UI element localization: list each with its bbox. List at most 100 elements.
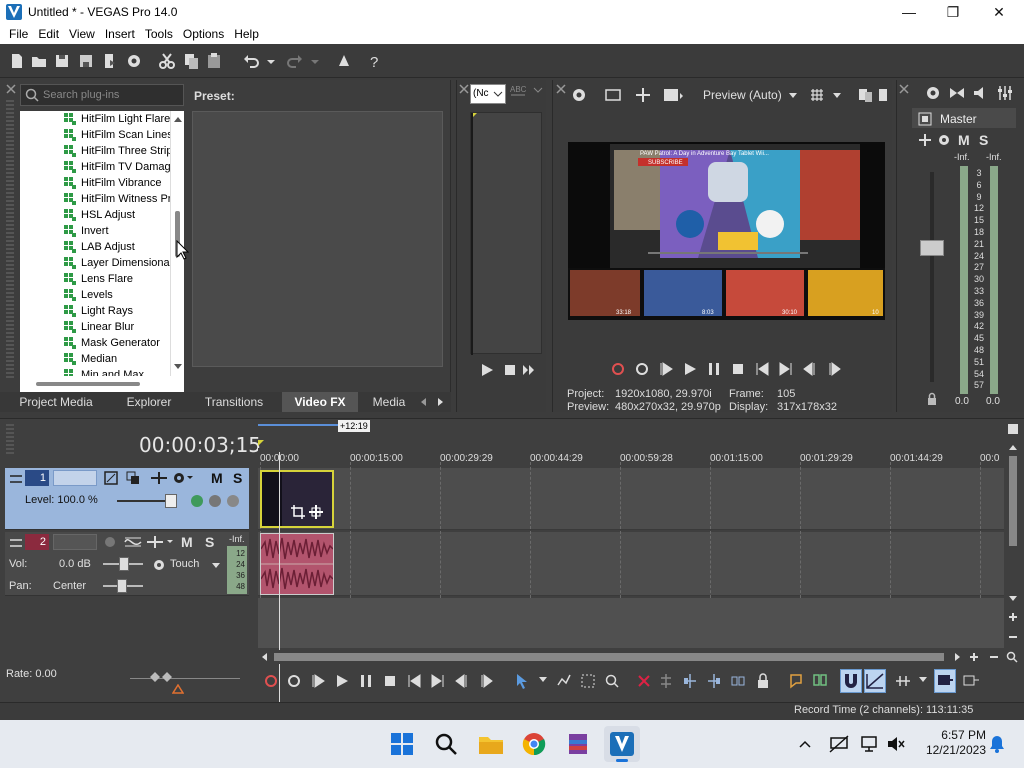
file-explorer-icon[interactable] (478, 732, 504, 756)
zoom-out-horizontal-icon[interactable] (988, 651, 1000, 663)
minimize-button[interactable]: — (886, 0, 932, 24)
arm-for-record-icon[interactable] (103, 535, 117, 549)
preset-area[interactable] (192, 111, 443, 367)
tab-media[interactable]: Media (364, 392, 414, 412)
volume-muted-icon[interactable] (886, 734, 906, 754)
play-from-start-icon[interactable] (310, 673, 326, 689)
track-motion-icon[interactable] (103, 470, 119, 486)
lock-event-icon[interactable] (756, 673, 770, 689)
plugin-search-input[interactable]: Search plug-ins (20, 84, 184, 106)
timeline-vscroll-thumb[interactable] (1009, 456, 1017, 546)
plugin-list-item[interactable]: HitFilm Light Flares (81, 111, 170, 127)
dim-output-icon[interactable] (972, 84, 990, 102)
trim-icon[interactable] (658, 673, 674, 689)
video-clip[interactable] (260, 470, 334, 528)
plugin-list-item[interactable]: Layer Dimensional (81, 255, 170, 271)
lock-envelopes-toggle[interactable] (934, 669, 956, 693)
scroll-down-icon[interactable] (171, 361, 185, 373)
next-frame-icon[interactable] (826, 361, 842, 377)
delete-icon[interactable] (636, 673, 652, 689)
envelope-tool-icon[interactable] (556, 673, 572, 689)
track2-mute-button[interactable]: M (181, 534, 193, 550)
master-solo-button[interactable]: S (979, 132, 988, 148)
stop-icon[interactable] (382, 673, 398, 689)
trimmer-more-icon[interactable] (532, 84, 544, 98)
timeline-vertical-scrollbar[interactable] (1006, 420, 1020, 650)
record-icon[interactable] (264, 674, 278, 688)
master-properties-gear-icon[interactable] (924, 84, 942, 102)
timeline-timecode[interactable]: 00:00:03;15 (139, 433, 261, 457)
normal-edit-tool-icon[interactable] (514, 672, 534, 690)
ripple-edit-icon[interactable] (894, 673, 912, 689)
go-to-start-icon[interactable] (754, 361, 770, 377)
play-icon[interactable] (334, 673, 350, 689)
winrar-icon[interactable] (566, 732, 590, 756)
search-icon[interactable] (434, 732, 458, 756)
plugin-list-item[interactable]: HitFilm Vibrance (81, 175, 162, 191)
split-screen-icon[interactable] (662, 86, 684, 104)
collapse-track-icon[interactable] (9, 474, 23, 484)
menu-file[interactable]: File (4, 27, 33, 41)
trimmer-view[interactable] (470, 112, 542, 355)
tab-video-fx[interactable]: Video FX (282, 392, 358, 412)
split-icon[interactable] (730, 673, 746, 689)
track-name-field[interactable] (53, 534, 97, 550)
save-as-icon[interactable] (77, 52, 95, 70)
plugin-list-item[interactable]: Median (81, 351, 117, 367)
plugin-list-item[interactable]: Linear Blur (81, 319, 134, 335)
collapse-track-icon[interactable] (9, 538, 23, 548)
audio-clip[interactable] (260, 533, 334, 595)
plugin-list-item[interactable]: Mask Generator (81, 335, 160, 351)
windows-start-icon[interactable] (390, 732, 414, 756)
notifications-bell-icon[interactable] (988, 734, 1006, 754)
network-disconnected-icon[interactable] (828, 734, 850, 754)
paste-icon[interactable] (205, 52, 223, 70)
plugin-list-item[interactable]: HitFilm Witness Pr (81, 191, 170, 207)
timeline-horizontal-scrollbar[interactable] (258, 650, 1020, 664)
automation-mode[interactable]: Touch (170, 558, 199, 570)
whats-this-help-icon[interactable]: ? (366, 52, 384, 70)
menu-insert[interactable]: Insert (100, 27, 140, 41)
zoom-tool-icon[interactable] (604, 673, 620, 689)
undo-icon[interactable] (242, 52, 260, 70)
plugin-list-item[interactable]: Light Rays (81, 303, 133, 319)
redo-dropdown-icon[interactable] (310, 52, 320, 70)
scroll-right-icon[interactable] (952, 652, 962, 662)
timeline-edit-details-icon[interactable] (1006, 422, 1020, 436)
plugin-list-item[interactable]: HitFilm TV Damage (81, 159, 170, 175)
open-project-icon[interactable] (30, 52, 48, 70)
show-hidden-icons-chevron-icon[interactable] (798, 738, 812, 750)
plugin-list[interactable]: HitFilm Light Flares HitFilm Scan Lines Hi… (20, 111, 170, 376)
timeline-hscroll-thumb[interactable] (274, 653, 944, 661)
copy-icon[interactable] (182, 52, 200, 70)
tab-transitions[interactable]: Transitions (194, 392, 274, 412)
zoom-in-vertical-icon[interactable] (1006, 610, 1020, 624)
track2-solo-button[interactable]: S (205, 534, 214, 550)
auto-crossfade-toggle[interactable] (864, 669, 886, 693)
insert-region-icon[interactable] (812, 673, 828, 689)
playhead-cursor[interactable] (279, 452, 280, 702)
menu-help[interactable]: Help (229, 27, 264, 41)
tab-explorer[interactable]: Explorer (112, 392, 186, 412)
close-panel-icon[interactable] (6, 84, 16, 94)
pause-icon[interactable] (358, 673, 374, 689)
display-icon[interactable] (860, 734, 878, 754)
master-fader-handle[interactable] (920, 240, 944, 256)
cut-icon[interactable] (158, 52, 176, 70)
trimmer-media-select[interactable]: (Nc (470, 84, 506, 104)
render-as-icon[interactable] (101, 52, 119, 70)
vol-slider-handle[interactable] (119, 557, 129, 571)
trim-start-icon[interactable] (682, 673, 698, 689)
ripple-chevron-icon[interactable] (918, 676, 928, 684)
automation-gear-icon[interactable] (151, 557, 167, 573)
plugin-list-item[interactable]: HitFilm Three Strip (81, 143, 170, 159)
preview-properties-gear-icon[interactable] (570, 86, 588, 104)
previous-frame-icon[interactable] (802, 361, 818, 377)
menu-view[interactable]: View (64, 27, 100, 41)
invert-phase-icon[interactable] (123, 534, 143, 550)
level-slider-handle[interactable] (165, 494, 177, 508)
plugin-list-item[interactable]: Levels (81, 287, 113, 303)
trimmer-stop-icon[interactable] (503, 362, 517, 378)
video-fx-icon[interactable] (634, 86, 652, 104)
zoom-out-vertical-icon[interactable] (1006, 630, 1020, 644)
